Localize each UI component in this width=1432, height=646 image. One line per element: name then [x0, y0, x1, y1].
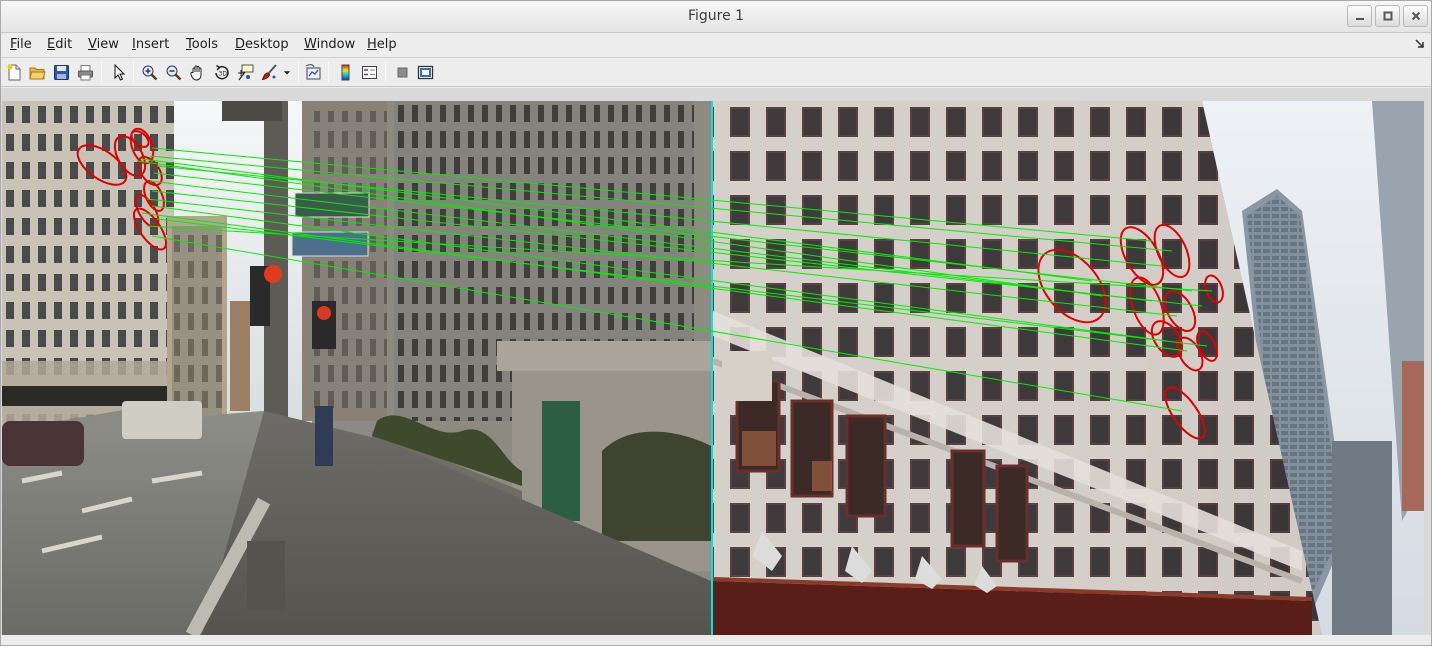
link-plot-button[interactable]: [303, 62, 323, 82]
menu-help[interactable]: Help: [367, 37, 397, 52]
legend-button[interactable]: [359, 62, 379, 82]
toolbar-separator: [133, 62, 134, 82]
figure-bottom-edge: [1, 635, 1431, 645]
colorbar-icon: [341, 64, 349, 80]
menu-edit[interactable]: Edit: [47, 37, 72, 52]
zoom-out-button[interactable]: [163, 62, 183, 82]
toolbar-separator: [298, 62, 299, 82]
print-icon: [77, 64, 93, 80]
menu-desktop[interactable]: Desktop: [235, 37, 289, 52]
menu-window[interactable]: Window: [304, 37, 355, 52]
data-cursor-button[interactable]: [235, 62, 255, 82]
brush-button[interactable]: [259, 62, 279, 82]
hide-plot-tools-button[interactable]: [392, 62, 412, 82]
zoom-in-button[interactable]: [139, 62, 159, 82]
maximize-icon: [1383, 11, 1392, 21]
save-icon: [53, 64, 69, 80]
menu-insert[interactable]: Insert: [132, 37, 169, 52]
pan-icon: [189, 65, 201, 81]
edit-plot-button[interactable]: [108, 62, 128, 82]
menu-tools[interactable]: Tools: [186, 37, 218, 52]
show-plot-tools-icon: [417, 65, 433, 79]
minimize-button[interactable]: [1347, 5, 1372, 27]
link-plot-icon: [305, 63, 320, 79]
dock-arrow-icon[interactable]: [1415, 39, 1425, 49]
brush-icon: [261, 63, 277, 80]
toolbar-separator: [385, 62, 386, 82]
save-button[interactable]: [51, 62, 71, 82]
maximize-button[interactable]: [1375, 5, 1400, 27]
hide-plot-tools-icon: [397, 67, 407, 77]
svg-text:3D: 3D: [218, 70, 227, 77]
colorbar-button[interactable]: [335, 62, 355, 82]
pan-button[interactable]: [187, 62, 207, 82]
title-bar[interactable]: Figure 1: [1, 1, 1431, 33]
zoom-out-icon: [166, 65, 181, 80]
window-title: Figure 1: [687, 8, 745, 24]
left-image: [2, 101, 711, 635]
brush-dropdown-button[interactable]: [281, 62, 293, 82]
image-divider: [711, 101, 713, 635]
figure-canvas[interactable]: [1, 88, 1431, 645]
print-button[interactable]: [75, 62, 95, 82]
legend-icon: [361, 65, 377, 79]
image-axes[interactable]: [2, 101, 1424, 635]
menu-file[interactable]: File: [10, 37, 32, 52]
brush-dropdown-icon: [283, 70, 291, 74]
open-file-icon: [28, 67, 46, 79]
toolbar-separator: [101, 62, 102, 82]
data-cursor-icon: [237, 64, 253, 80]
edit-plot-icon: [114, 63, 125, 81]
zoom-in-icon: [142, 65, 157, 80]
right-image: [711, 101, 1424, 635]
show-plot-tools-button[interactable]: [415, 62, 435, 82]
open-file-button[interactable]: [27, 62, 47, 82]
toolbar-separator: [328, 62, 329, 82]
figure-window: Figure 1 File Edit View Insert Tools Des…: [0, 0, 1432, 646]
rotate-3d-button[interactable]: 3D: [211, 62, 231, 82]
rotate-3d-icon: 3D: [214, 64, 229, 79]
minimize-icon: [1355, 18, 1364, 20]
matches-image[interactable]: [2, 101, 1424, 635]
new-figure-button[interactable]: [4, 62, 24, 82]
new-figure-icon: [7, 64, 20, 80]
menu-view[interactable]: View: [88, 37, 119, 52]
close-button[interactable]: [1403, 5, 1428, 27]
close-icon: [1411, 11, 1420, 21]
figure-toolbar: 3D: [1, 57, 1431, 87]
menu-bar: File Edit View Insert Tools Desktop Wind…: [1, 33, 1431, 57]
